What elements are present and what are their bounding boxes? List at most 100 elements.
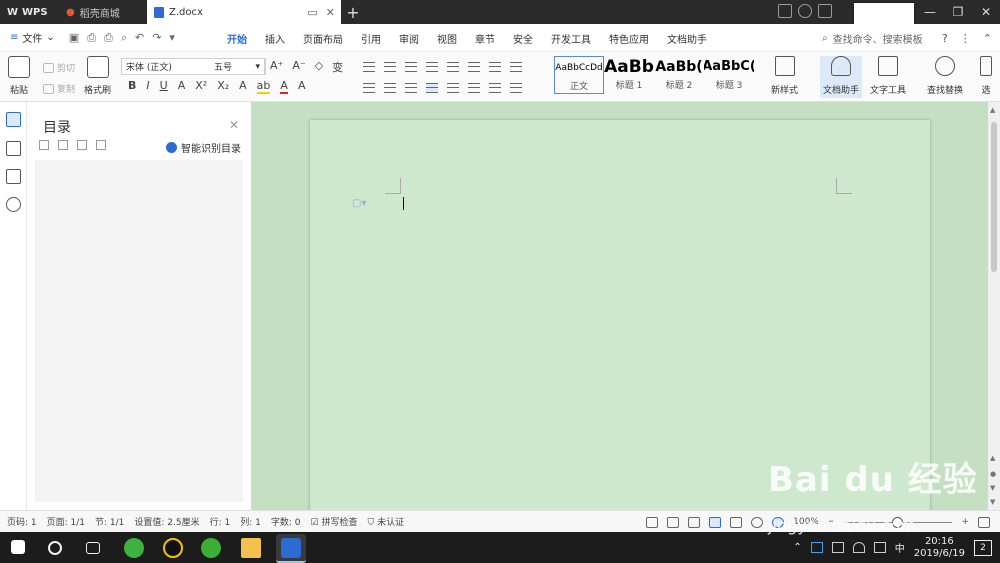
tray-expand-icon[interactable]: ⌃ xyxy=(793,542,801,553)
char-shading-icon[interactable]: A xyxy=(298,79,306,94)
doc-assistant-button[interactable]: 文档助手 xyxy=(820,56,863,98)
wechat-icon[interactable] xyxy=(201,538,221,558)
save-icon[interactable]: ▣ xyxy=(69,31,79,45)
smart-recognize-toc-button[interactable]: 智能识别目录 xyxy=(166,140,241,155)
justify-icon[interactable] xyxy=(426,83,438,93)
status-row[interactable]: 行: 1 xyxy=(210,515,231,528)
new-style-button[interactable]: 新样式 xyxy=(771,56,798,96)
file-menu-button[interactable]: ≡ 文件 ⌄ xyxy=(10,30,55,45)
paragraph-options-icon[interactable]: ▢▾ xyxy=(352,198,366,209)
cloud-icon[interactable] xyxy=(810,542,823,553)
superscript-icon[interactable]: X² xyxy=(195,79,207,94)
qq-icon[interactable] xyxy=(163,538,183,558)
scroll-up-icon[interactable]: ▲ xyxy=(990,106,995,114)
status-section[interactable]: 节: 1/1 xyxy=(95,515,124,528)
align-center-icon[interactable] xyxy=(384,83,396,93)
status-pages[interactable]: 页面: 1/1 xyxy=(47,515,85,528)
paste-button[interactable]: 粘贴 xyxy=(8,56,30,96)
borders-icon[interactable] xyxy=(510,83,522,93)
text-effect-icon[interactable]: A xyxy=(239,79,247,94)
page-view-icon[interactable] xyxy=(709,516,722,528)
close-window-button[interactable]: ✕ xyxy=(972,0,1000,24)
customize-icon[interactable]: ▾ xyxy=(169,31,175,45)
text-tools-button[interactable]: 文字工具 xyxy=(870,56,906,96)
tab-reference[interactable]: 引用 xyxy=(352,31,390,46)
highlight-icon[interactable]: ab xyxy=(256,79,271,94)
tab-daoke-mall[interactable]: ● 稻壳商城 xyxy=(60,0,146,24)
wps-home-tab[interactable]: W WPS xyxy=(0,0,60,24)
increase-indent-icon[interactable] xyxy=(426,62,438,72)
chapter-nav-icon[interactable] xyxy=(6,141,21,156)
subscript-icon[interactable]: X₂ xyxy=(217,79,229,94)
numbering-icon[interactable] xyxy=(384,62,396,72)
browser-icon[interactable] xyxy=(124,538,144,558)
show-marks-icon[interactable] xyxy=(489,62,501,72)
undo-icon[interactable]: ↶ xyxy=(135,31,144,45)
redo-icon[interactable]: ↷ xyxy=(152,31,161,45)
help-icon[interactable]: ? xyxy=(942,32,948,45)
bullets-icon[interactable] xyxy=(363,62,375,72)
shading-icon[interactable] xyxy=(489,83,501,93)
distribute-icon[interactable] xyxy=(447,83,459,93)
tab-insert[interactable]: 插入 xyxy=(256,31,294,46)
font-size-select[interactable]: 五号 ▾ xyxy=(210,58,265,75)
tab-document[interactable]: Z.docx ▭ ✕ xyxy=(147,0,341,24)
tab-stops-icon[interactable] xyxy=(510,62,522,72)
tab-chapter[interactable]: 章节 xyxy=(466,31,504,46)
expand-icon[interactable] xyxy=(39,140,49,150)
collapse-ribbon-icon[interactable]: ⌃ xyxy=(983,32,992,45)
align-left-icon[interactable] xyxy=(363,83,375,93)
style-heading-2[interactable]: AaBb( 标题 2 xyxy=(654,56,704,94)
find-replace-button[interactable]: 查找替换 xyxy=(927,56,963,96)
italic-button[interactable]: I xyxy=(146,79,149,94)
decrease-indent-icon[interactable] xyxy=(405,62,417,72)
collapse-icon[interactable] xyxy=(58,140,68,150)
wps-taskbar-button[interactable] xyxy=(276,534,306,563)
status-col[interactable]: 列: 1 xyxy=(240,515,261,528)
windows-start-icon[interactable] xyxy=(11,540,25,554)
font-color-icon[interactable]: A xyxy=(280,79,288,94)
reading-mode-icon[interactable] xyxy=(667,516,680,528)
status-setting[interactable]: 设置值: 2.5厘米 xyxy=(134,515,199,528)
print-preview-icon[interactable]: ⌕ xyxy=(121,31,127,45)
monitor-icon[interactable]: ▭ xyxy=(307,6,317,19)
format-painter-button[interactable]: 格式刷 xyxy=(84,56,111,96)
cut-button[interactable]: 剪切 xyxy=(43,61,75,74)
unverified-status[interactable]: ⛉ 未认证 xyxy=(367,515,404,528)
close-icon[interactable]: ✕ xyxy=(229,118,239,132)
copy-button[interactable]: 复制 xyxy=(43,82,75,95)
vertical-scrollbar[interactable]: ▲ ▲ ● ▼ ▼ xyxy=(988,102,1000,510)
phonetic-icon[interactable]: 变 xyxy=(332,59,343,75)
style-normal[interactable]: AaBbCcDd 正文 xyxy=(554,56,604,94)
tab-start[interactable]: 开始 xyxy=(218,31,256,46)
align-right-icon[interactable] xyxy=(405,83,417,93)
print-icon[interactable]: ⎙ xyxy=(104,31,113,45)
sort-icon[interactable] xyxy=(468,62,480,72)
style-heading-3[interactable]: AaBbC( 标题 3 xyxy=(704,56,754,94)
tab-doc-assistant[interactable]: 文档助手 xyxy=(658,31,716,46)
write-mode-icon[interactable] xyxy=(688,516,701,528)
toc-nav-icon[interactable] xyxy=(6,112,21,127)
shrink-font-icon[interactable]: A⁻ xyxy=(292,59,305,75)
spell-check-button[interactable]: ☑ 拼写检查 xyxy=(311,515,358,528)
command-search[interactable]: ⌕ 查找命令、搜索模板 xyxy=(822,24,923,52)
document-area[interactable]: ▢▾ xyxy=(251,102,988,510)
style-heading-1[interactable]: AaBb 标题 1 xyxy=(604,56,654,94)
tab-page-layout[interactable]: 页面布局 xyxy=(294,31,352,46)
strikethrough-icon[interactable]: A xyxy=(178,79,186,94)
more-icon[interactable]: ⋮ xyxy=(960,32,971,45)
maximize-button[interactable]: ❐ xyxy=(944,0,972,24)
clear-format-icon[interactable]: ◇ xyxy=(315,59,323,75)
share-icon[interactable] xyxy=(798,4,812,18)
find-icon[interactable] xyxy=(6,197,21,212)
volume-icon[interactable] xyxy=(873,542,886,553)
file-explorer-icon[interactable] xyxy=(241,538,261,558)
grow-font-icon[interactable]: A⁺ xyxy=(270,59,283,75)
tab-view[interactable]: 视图 xyxy=(428,31,466,46)
chinese-layout-icon[interactable] xyxy=(447,62,459,72)
bookmark-icon[interactable] xyxy=(6,169,21,184)
scrollbar-thumb[interactable] xyxy=(991,122,997,272)
outline-view-icon[interactable] xyxy=(730,516,743,528)
export-icon[interactable] xyxy=(818,4,832,18)
status-page-number[interactable]: 页码: 1 xyxy=(7,515,37,528)
